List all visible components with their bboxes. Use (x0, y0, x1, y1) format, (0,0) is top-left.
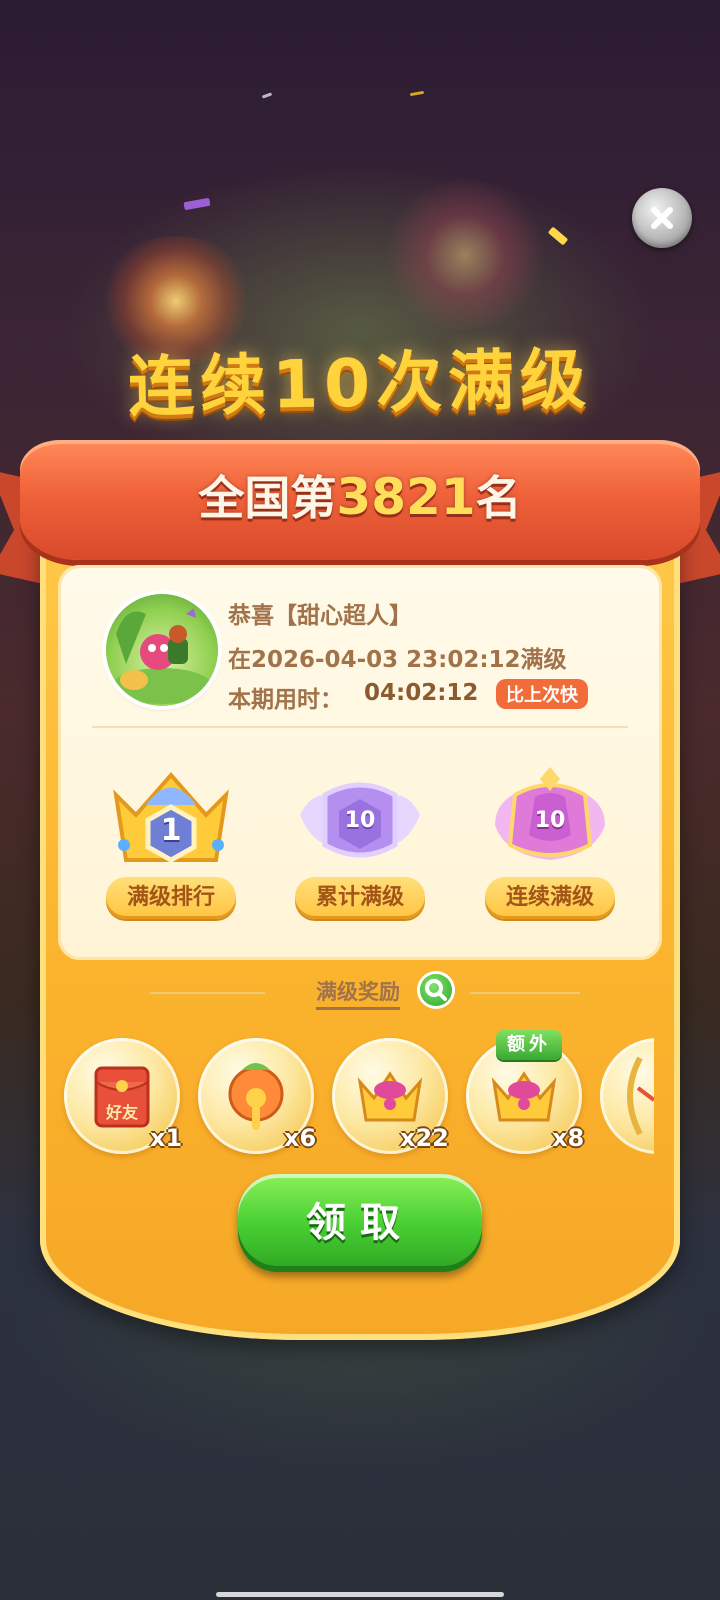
home-indicator (216, 1592, 504, 1597)
reward-item-partial[interactable] (600, 1038, 654, 1154)
duration-value: 04:02:12 (364, 680, 479, 706)
congrats-text: 恭喜【甜心超人】 (228, 603, 412, 629)
close-button[interactable] (632, 188, 692, 248)
streak-badge-value: 10 (534, 808, 566, 833)
reward-count: x6 (284, 1124, 317, 1152)
claim-button[interactable]: 领取 (238, 1174, 482, 1272)
divider (92, 726, 628, 728)
streak-badge-label[interactable]: 连续满级 (485, 877, 615, 919)
avatar (106, 594, 218, 706)
reward-count: x8 (552, 1124, 585, 1152)
firework (380, 180, 550, 330)
rank-badge[interactable]: 1 (96, 765, 246, 875)
page-title: 连续10次满级 (127, 340, 593, 427)
total-badge-value: 10 (344, 808, 376, 833)
streak-badge[interactable]: 10 (475, 765, 625, 875)
character-icon (112, 608, 212, 704)
rank-prefix: 全国第 (198, 471, 337, 525)
reward-count: x1 (150, 1124, 183, 1152)
search-icon (425, 979, 447, 1001)
close-icon (651, 207, 673, 229)
total-badge[interactable]: 10 (285, 765, 435, 875)
rank-text: 全国第3821名 (0, 462, 720, 528)
rank-badge-label[interactable]: 满级排行 (106, 877, 236, 919)
completion-time: 在2026-04-03 23:02:12满级 (228, 647, 567, 673)
reward-divider-right (470, 992, 580, 994)
reward-title: 满级奖励 (316, 976, 400, 1010)
reward-bubble (600, 1038, 654, 1154)
reward-divider-left (150, 992, 265, 994)
red-envelope-text: 好友 (105, 1103, 139, 1122)
faster-badge: 比上次快 (496, 679, 588, 709)
rank-suffix: 名 (475, 471, 522, 525)
bow-icon (627, 1056, 654, 1136)
reward-count: x22 (400, 1124, 449, 1152)
reward-search-button[interactable] (420, 974, 452, 1006)
rank-number: 3821 (336, 468, 476, 526)
extra-badge: 额外 (496, 1030, 562, 1060)
total-badge-label[interactable]: 累计满级 (295, 877, 425, 919)
rank-badge-value: 1 (160, 813, 182, 848)
duration-label: 本期用时： (228, 687, 343, 713)
